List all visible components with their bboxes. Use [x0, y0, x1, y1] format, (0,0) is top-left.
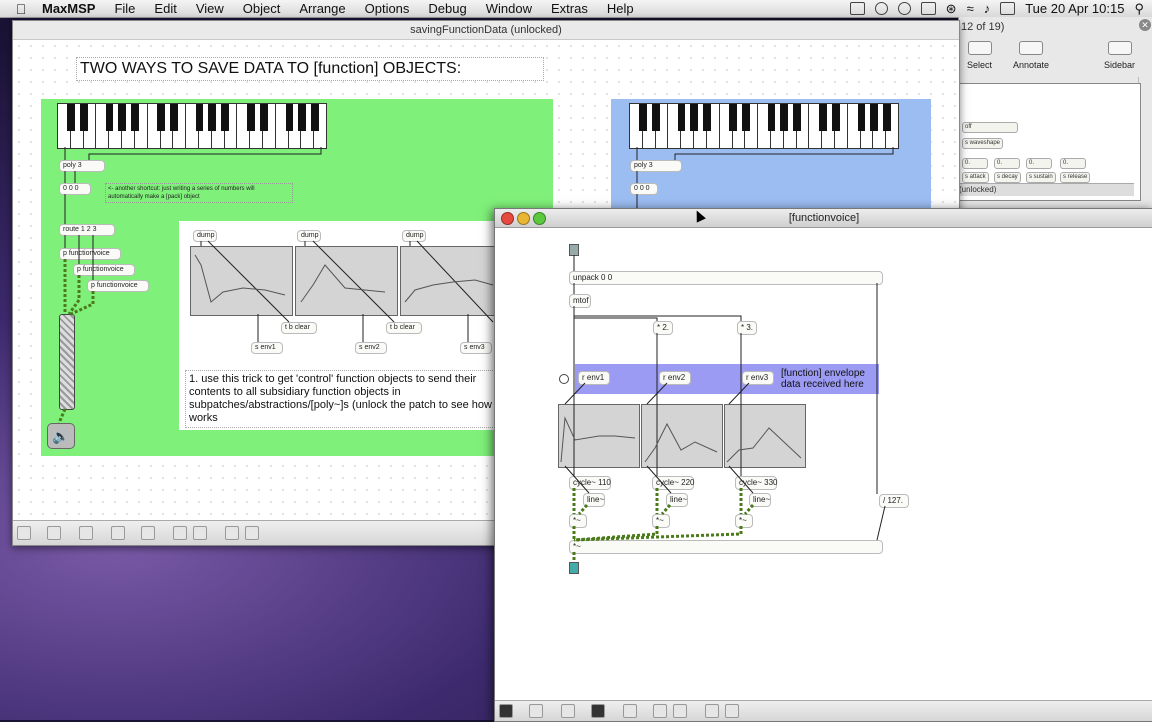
- snap-icon[interactable]: [725, 704, 739, 718]
- window-title: savingFunctionData (unlocked): [13, 21, 959, 40]
- select-button[interactable]: Select: [967, 41, 992, 70]
- menu-edit[interactable]: Edit: [154, 1, 176, 16]
- time-machine-icon[interactable]: [874, 2, 888, 15]
- close-window-icon[interactable]: [501, 212, 514, 225]
- menu-window[interactable]: Window: [486, 1, 532, 16]
- bring-front-icon[interactable]: [653, 704, 667, 718]
- functionvoice-patch-cords: [560, 255, 886, 562]
- menu-bar:  MaxMSP File Edit View Object Arrange O…: [0, 0, 1152, 18]
- send-back-icon[interactable]: [193, 526, 207, 540]
- bring-front-icon[interactable]: [173, 526, 187, 540]
- app-menu[interactable]: MaxMSP: [42, 1, 95, 16]
- waveshape-menu[interactable]: off: [962, 122, 1018, 133]
- s-attack-object[interactable]: s attack: [962, 172, 989, 183]
- zoom-window-icon[interactable]: [533, 212, 546, 225]
- menu-file[interactable]: File: [114, 1, 135, 16]
- sidebar-label: Sidebar: [1104, 60, 1136, 70]
- sidebar-icon: [1107, 41, 1132, 55]
- attack-number[interactable]: 0.: [962, 158, 988, 169]
- s-waveshape-object[interactable]: s waveshape: [962, 138, 1004, 149]
- s-decay-object[interactable]: s decay: [994, 172, 1021, 183]
- add-object-icon[interactable]: [529, 704, 543, 718]
- functionvoice-titlebar: [functionvoice]: [495, 209, 1152, 228]
- menu-help[interactable]: Help: [607, 1, 634, 16]
- annotate-label: Annotate: [1013, 60, 1050, 70]
- battery-icon[interactable]: [1000, 2, 1016, 15]
- unlocked-label: (unlocked): [959, 183, 1134, 196]
- menu-extras[interactable]: Extras: [551, 1, 588, 16]
- move-icon[interactable]: [561, 704, 575, 718]
- functionvoice-window: [functionvoice] unpack 0 0 mtof * 2. * 3…: [494, 208, 1152, 722]
- functionvoice-title: [functionvoice]: [788, 212, 860, 224]
- menu-object[interactable]: Object: [243, 1, 281, 16]
- grid-icon[interactable]: [705, 704, 719, 718]
- sidebar-button[interactable]: Sidebar: [1104, 41, 1135, 70]
- lock-icon[interactable]: [499, 704, 513, 718]
- s-release-object[interactable]: s release: [1060, 172, 1091, 183]
- add-object-icon[interactable]: [47, 526, 61, 540]
- info-icon[interactable]: [141, 526, 155, 540]
- menu-arrange[interactable]: Arrange: [299, 1, 345, 16]
- bluetooth-icon[interactable]: ⊛: [946, 1, 957, 17]
- menu-view[interactable]: View: [196, 1, 224, 16]
- sync-icon[interactable]: [897, 2, 911, 15]
- annotate-button[interactable]: Annotate: [1013, 41, 1049, 70]
- select-label: Select: [967, 60, 993, 70]
- camera-icon[interactable]: [849, 2, 865, 15]
- functionvoice-toolbar: [495, 700, 1152, 721]
- decay-number[interactable]: 0.: [994, 158, 1020, 169]
- info-icon[interactable]: [623, 704, 637, 718]
- clock[interactable]: Tue 20 Apr 10:15: [1025, 1, 1124, 16]
- presentation-icon[interactable]: [111, 526, 125, 540]
- select-icon: [967, 41, 992, 55]
- sustain-number[interactable]: 0.: [1026, 158, 1052, 169]
- lock-icon[interactable]: [17, 526, 31, 540]
- snap-icon[interactable]: [245, 526, 259, 540]
- pencil-icon: [1019, 41, 1044, 55]
- menu-debug[interactable]: Debug: [428, 1, 466, 16]
- presentation-icon[interactable]: [591, 704, 605, 718]
- display-icon[interactable]: [920, 2, 936, 15]
- grid-icon[interactable]: [225, 526, 239, 540]
- menu-options[interactable]: Options: [365, 1, 410, 16]
- close-icon[interactable]: ✕: [1139, 19, 1151, 31]
- spotlight-icon[interactable]: ⚲: [1134, 1, 1144, 17]
- send-back-icon[interactable]: [673, 704, 687, 718]
- wifi-icon[interactable]: ≈: [967, 1, 974, 16]
- volume-icon[interactable]: ♪: [984, 1, 991, 16]
- functionvoice-canvas[interactable]: unpack 0 0 mtof * 2. * 3. r env1 r env2 …: [495, 228, 1152, 701]
- release-number[interactable]: 0.: [1060, 158, 1086, 169]
- minimize-window-icon[interactable]: [517, 212, 530, 225]
- status-area: ⊛ ≈ ♪ Tue 20 Apr 10:15 ⚲: [849, 0, 1144, 17]
- s-sustain-object[interactable]: s sustain: [1026, 172, 1056, 183]
- background-window: 12 of 19) ✕ Select Annotate Sidebar off …: [958, 17, 1152, 210]
- move-icon[interactable]: [79, 526, 93, 540]
- page-indicator: 12 of 19): [961, 21, 1005, 33]
- apple-icon[interactable]: : [14, 1, 28, 17]
